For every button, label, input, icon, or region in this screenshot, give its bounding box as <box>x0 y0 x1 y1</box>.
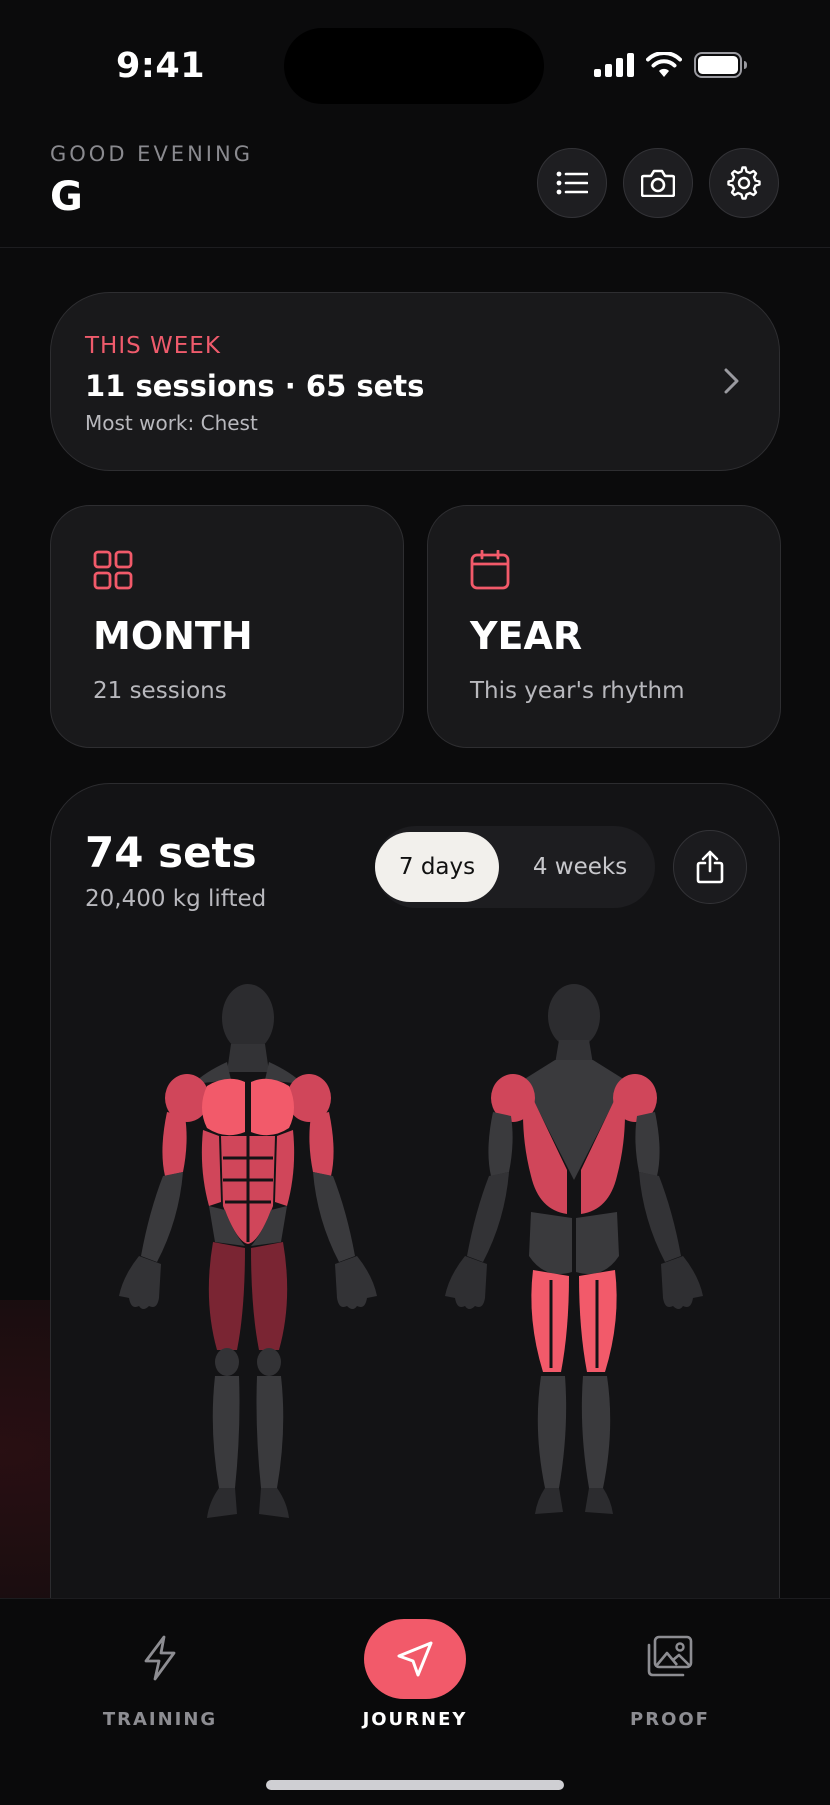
status-bar: 9:41 <box>0 0 830 120</box>
front-quad-right <box>251 1242 288 1350</box>
lightning-icon <box>144 1635 176 1681</box>
back-body-figure <box>445 984 703 1514</box>
back-hand-right <box>661 1256 703 1309</box>
back-glute-right <box>576 1212 619 1274</box>
back-calf-left <box>537 1376 567 1488</box>
front-chest-left <box>202 1078 245 1136</box>
chevron-right-icon <box>724 368 739 394</box>
range-toggle: 7 days 4 weeks <box>375 826 655 908</box>
grid-icon <box>93 550 133 590</box>
back-forearm-left <box>467 1172 509 1262</box>
front-body-figure <box>119 984 377 1518</box>
back-tricep-left <box>488 1112 513 1176</box>
list-icon <box>556 171 588 195</box>
photo-gallery-icon <box>647 1635 693 1677</box>
tab-bar: TRAINING JOURNEY PROOF <box>0 1598 830 1805</box>
back-tricep-right <box>635 1112 660 1176</box>
journey-active-pill <box>364 1619 466 1699</box>
tab-journey-label: JOURNEY <box>362 1709 468 1730</box>
this-week-label: THIS WEEK <box>85 333 221 359</box>
front-hand-left <box>119 1256 161 1309</box>
gear-icon <box>727 166 761 200</box>
greeting-text: GOOD EVENING <box>50 142 253 166</box>
front-bicep-right <box>309 1112 334 1176</box>
list-button[interactable] <box>537 148 607 218</box>
cellular-signal-icon <box>594 53 634 77</box>
share-button[interactable] <box>673 830 747 904</box>
front-head <box>222 984 274 1052</box>
range-7-days[interactable]: 7 days <box>375 832 499 902</box>
front-oblique-right <box>275 1130 295 1206</box>
month-title: MONTH <box>93 614 253 658</box>
front-quad-left <box>208 1242 245 1350</box>
status-icons <box>594 50 748 80</box>
front-foot-right <box>259 1488 289 1518</box>
week-most-work: Most work: Chest <box>85 411 258 435</box>
month-card[interactable]: MONTH 21 sessions <box>50 505 404 748</box>
share-icon <box>696 850 724 884</box>
status-time: 9:41 <box>116 46 206 86</box>
settings-button[interactable] <box>709 148 779 218</box>
tab-proof-label: PROOF <box>630 1709 710 1730</box>
back-forearm-right <box>639 1172 681 1262</box>
year-card[interactable]: YEAR This year's rhythm <box>427 505 781 748</box>
tab-proof[interactable]: PROOF <box>590 1599 750 1730</box>
front-shin-right <box>256 1376 284 1488</box>
front-foot-left <box>207 1488 237 1518</box>
front-hand-right <box>335 1256 377 1309</box>
camera-icon <box>641 169 675 197</box>
front-forearm-right <box>313 1172 355 1262</box>
year-subtitle: This year's rhythm <box>470 678 685 704</box>
back-head <box>548 984 600 1048</box>
year-title: YEAR <box>470 614 583 658</box>
front-forearm-left <box>141 1172 183 1262</box>
battery-icon <box>694 52 747 78</box>
sets-count: 74 sets <box>85 828 257 877</box>
front-chest-right <box>251 1078 294 1136</box>
front-knee-right <box>257 1348 281 1376</box>
front-shin-left <box>212 1376 240 1488</box>
camera-button[interactable] <box>623 148 693 218</box>
navigation-arrow-icon <box>397 1641 433 1677</box>
range-4-weeks[interactable]: 4 weeks <box>513 832 647 902</box>
home-indicator[interactable] <box>266 1780 564 1790</box>
header: GOOD EVENING G <box>0 120 830 248</box>
front-bicep-left <box>162 1112 187 1176</box>
month-sessions: 21 sessions <box>93 678 227 704</box>
back-calf-right <box>581 1376 611 1488</box>
dynamic-island <box>284 28 544 104</box>
wifi-icon <box>646 52 682 77</box>
front-neck <box>227 1044 269 1072</box>
front-knee-left <box>215 1348 239 1376</box>
tab-training[interactable]: TRAINING <box>80 1599 240 1730</box>
front-oblique-left <box>201 1130 221 1206</box>
this-week-card[interactable]: THIS WEEK 11 sessions · 65 sets Most wor… <box>50 292 780 471</box>
week-summary: 11 sessions · 65 sets <box>85 369 425 403</box>
back-hand-left <box>445 1256 487 1309</box>
calendar-icon <box>470 550 510 590</box>
back-foot-left <box>535 1488 563 1514</box>
tab-journey[interactable]: JOURNEY <box>335 1599 495 1730</box>
back-glute-left <box>529 1212 572 1274</box>
tab-training-label: TRAINING <box>102 1709 218 1730</box>
user-initial: G <box>50 174 83 220</box>
back-foot-right <box>585 1488 613 1514</box>
weight-lifted: 20,400 kg lifted <box>85 886 267 912</box>
